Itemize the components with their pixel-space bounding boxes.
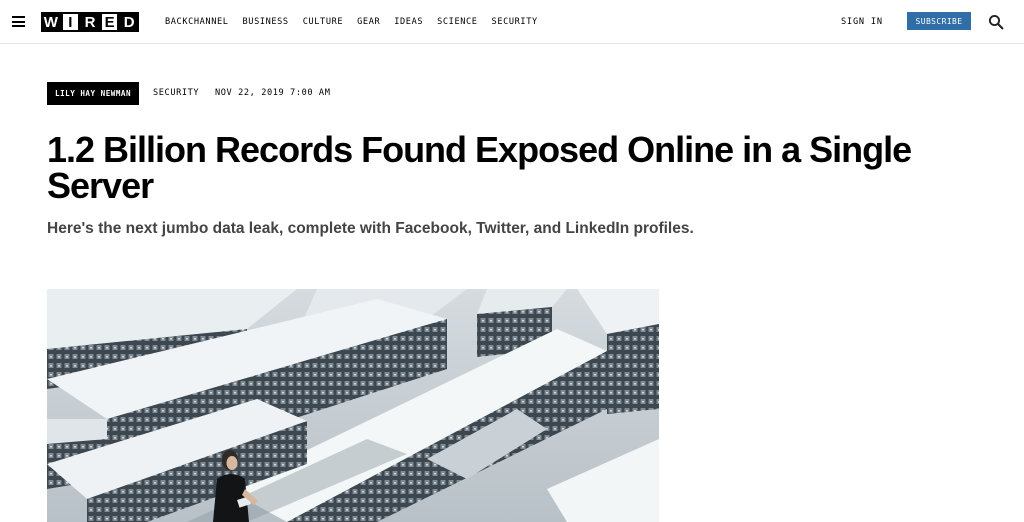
server-room-illustration (47, 289, 659, 522)
nav-item-science[interactable]: SCIENCE (437, 17, 477, 27)
nav-item-culture[interactable]: CULTURE (303, 17, 343, 27)
logo-letter: E (99, 12, 120, 32)
nav-item-gear[interactable]: GEAR (357, 17, 380, 27)
nav-item-backchannel[interactable]: BACKCHANNEL (165, 17, 229, 27)
article-title: 1.2 Billion Records Found Exposed Online… (47, 129, 912, 206)
logo-letter: R (80, 12, 100, 32)
search-icon[interactable] (988, 14, 1004, 30)
site-header: W I R E D BACKCHANNEL BUSINESS CULTURE G… (0, 0, 1024, 44)
nav-item-ideas[interactable]: IDEAS (394, 17, 423, 27)
logo-letter: D (119, 12, 139, 32)
nav-item-security[interactable]: SECURITY (492, 17, 538, 27)
nav-item-business[interactable]: BUSINESS (243, 17, 289, 27)
article-category[interactable]: SECURITY (153, 88, 199, 98)
subscribe-button[interactable]: SUBSCRIBE (907, 12, 971, 30)
author-byline[interactable]: LILY HAY NEWMAN (47, 82, 140, 105)
publish-date: NOV 22, 2019 7:00 AM (215, 88, 331, 98)
hamburger-icon[interactable] (12, 16, 25, 27)
main-nav: BACKCHANNEL BUSINESS CULTURE GEAR IDEAS … (165, 17, 552, 27)
sign-in-link[interactable]: SIGN IN (841, 17, 883, 27)
article-dek: Here's the next jumbo data leak, complet… (47, 220, 694, 237)
hero-image (47, 289, 659, 522)
logo-letter: I (60, 12, 81, 32)
logo-letter: W (41, 12, 61, 32)
wired-logo[interactable]: W I R E D (41, 12, 139, 32)
